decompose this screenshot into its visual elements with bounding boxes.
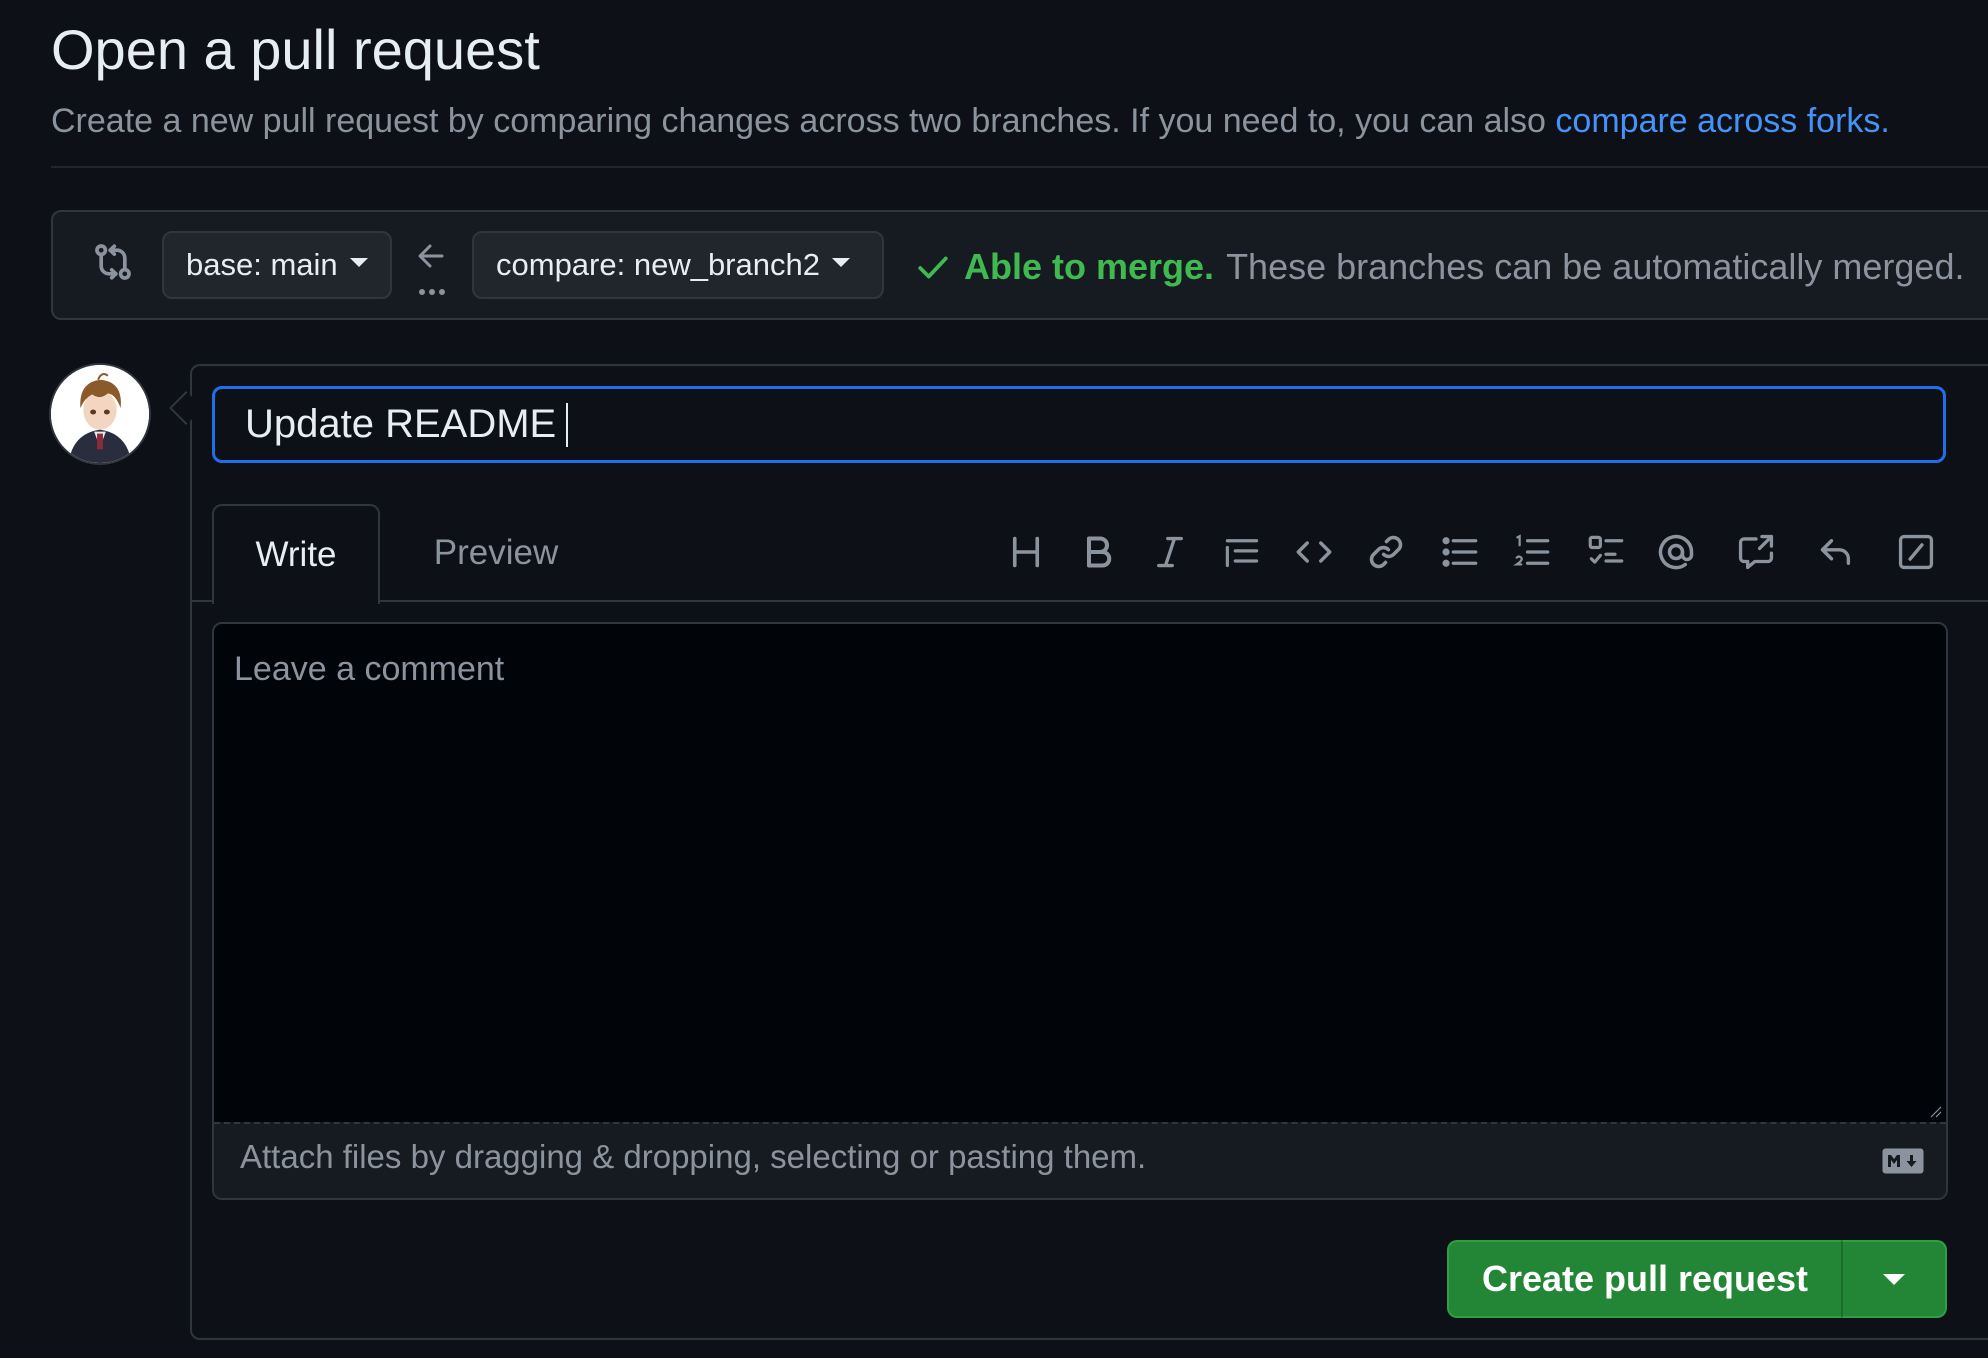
merge-status: Able to merge. These branches can be aut… bbox=[916, 244, 1964, 290]
subtitle-text: Create a new pull request by comparing c… bbox=[51, 102, 1556, 140]
chevron-down-icon bbox=[831, 257, 850, 267]
attach-files-text: Attach files by dragging & dropping, sel… bbox=[240, 1138, 1147, 1175]
page-subtitle: Create a new pull request by comparing c… bbox=[51, 96, 1890, 146]
resize-handle-icon[interactable] bbox=[1928, 1104, 1942, 1118]
attach-files-bar[interactable]: Attach files by dragging & dropping, sel… bbox=[214, 1122, 1946, 1198]
title-input-value: Update README bbox=[245, 402, 557, 446]
compare-across-forks-link[interactable]: compare across forks. bbox=[1555, 102, 1889, 140]
arrow-left-icon bbox=[416, 238, 448, 298]
pull-request-title-input[interactable]: Update README bbox=[212, 386, 1946, 463]
page-title: Open a pull request bbox=[51, 18, 540, 81]
avatar[interactable] bbox=[49, 363, 151, 465]
heading-icon[interactable] bbox=[1002, 528, 1050, 576]
bulleted-list-icon[interactable] bbox=[1436, 528, 1484, 576]
merge-status-message: These branches can be automatically merg… bbox=[1226, 246, 1965, 287]
link-icon[interactable] bbox=[1362, 528, 1410, 576]
bold-icon[interactable] bbox=[1074, 528, 1122, 576]
task-list-icon[interactable] bbox=[1582, 528, 1630, 576]
divider bbox=[51, 166, 1988, 168]
git-compare-icon bbox=[92, 240, 134, 284]
comment-placeholder: Leave a comment bbox=[234, 650, 505, 688]
merge-status-label: Able to merge. bbox=[964, 246, 1215, 287]
chevron-down-icon bbox=[349, 257, 368, 267]
tab-write[interactable]: Write bbox=[212, 504, 380, 604]
compare-branch-select[interactable]: compare: new_branch2 bbox=[472, 231, 884, 299]
create-pull-request-button[interactable]: Create pull request bbox=[1447, 1240, 1841, 1318]
cross-reference-icon[interactable] bbox=[1732, 528, 1780, 576]
slash-commands-icon[interactable] bbox=[1892, 528, 1940, 576]
base-branch-label: base: main bbox=[186, 247, 338, 282]
base-branch-select[interactable]: base: main bbox=[162, 231, 392, 299]
chevron-down-icon bbox=[1883, 1273, 1905, 1285]
italic-icon[interactable] bbox=[1146, 528, 1194, 576]
check-icon bbox=[916, 250, 950, 284]
tab-preview[interactable]: Preview bbox=[410, 504, 582, 602]
mention-icon[interactable] bbox=[1652, 528, 1700, 576]
create-options-dropdown[interactable] bbox=[1841, 1240, 1947, 1318]
compare-branch-label: compare: new_branch2 bbox=[496, 247, 820, 282]
markdown-icon[interactable] bbox=[1882, 1148, 1924, 1174]
comment-textarea[interactable]: Leave a comment Attach files by dragging… bbox=[212, 622, 1948, 1200]
saved-replies-icon[interactable] bbox=[1812, 528, 1860, 576]
quote-icon[interactable] bbox=[1218, 528, 1266, 576]
numbered-list-icon[interactable] bbox=[1508, 528, 1556, 576]
text-cursor bbox=[566, 402, 569, 447]
code-icon[interactable] bbox=[1290, 528, 1338, 576]
